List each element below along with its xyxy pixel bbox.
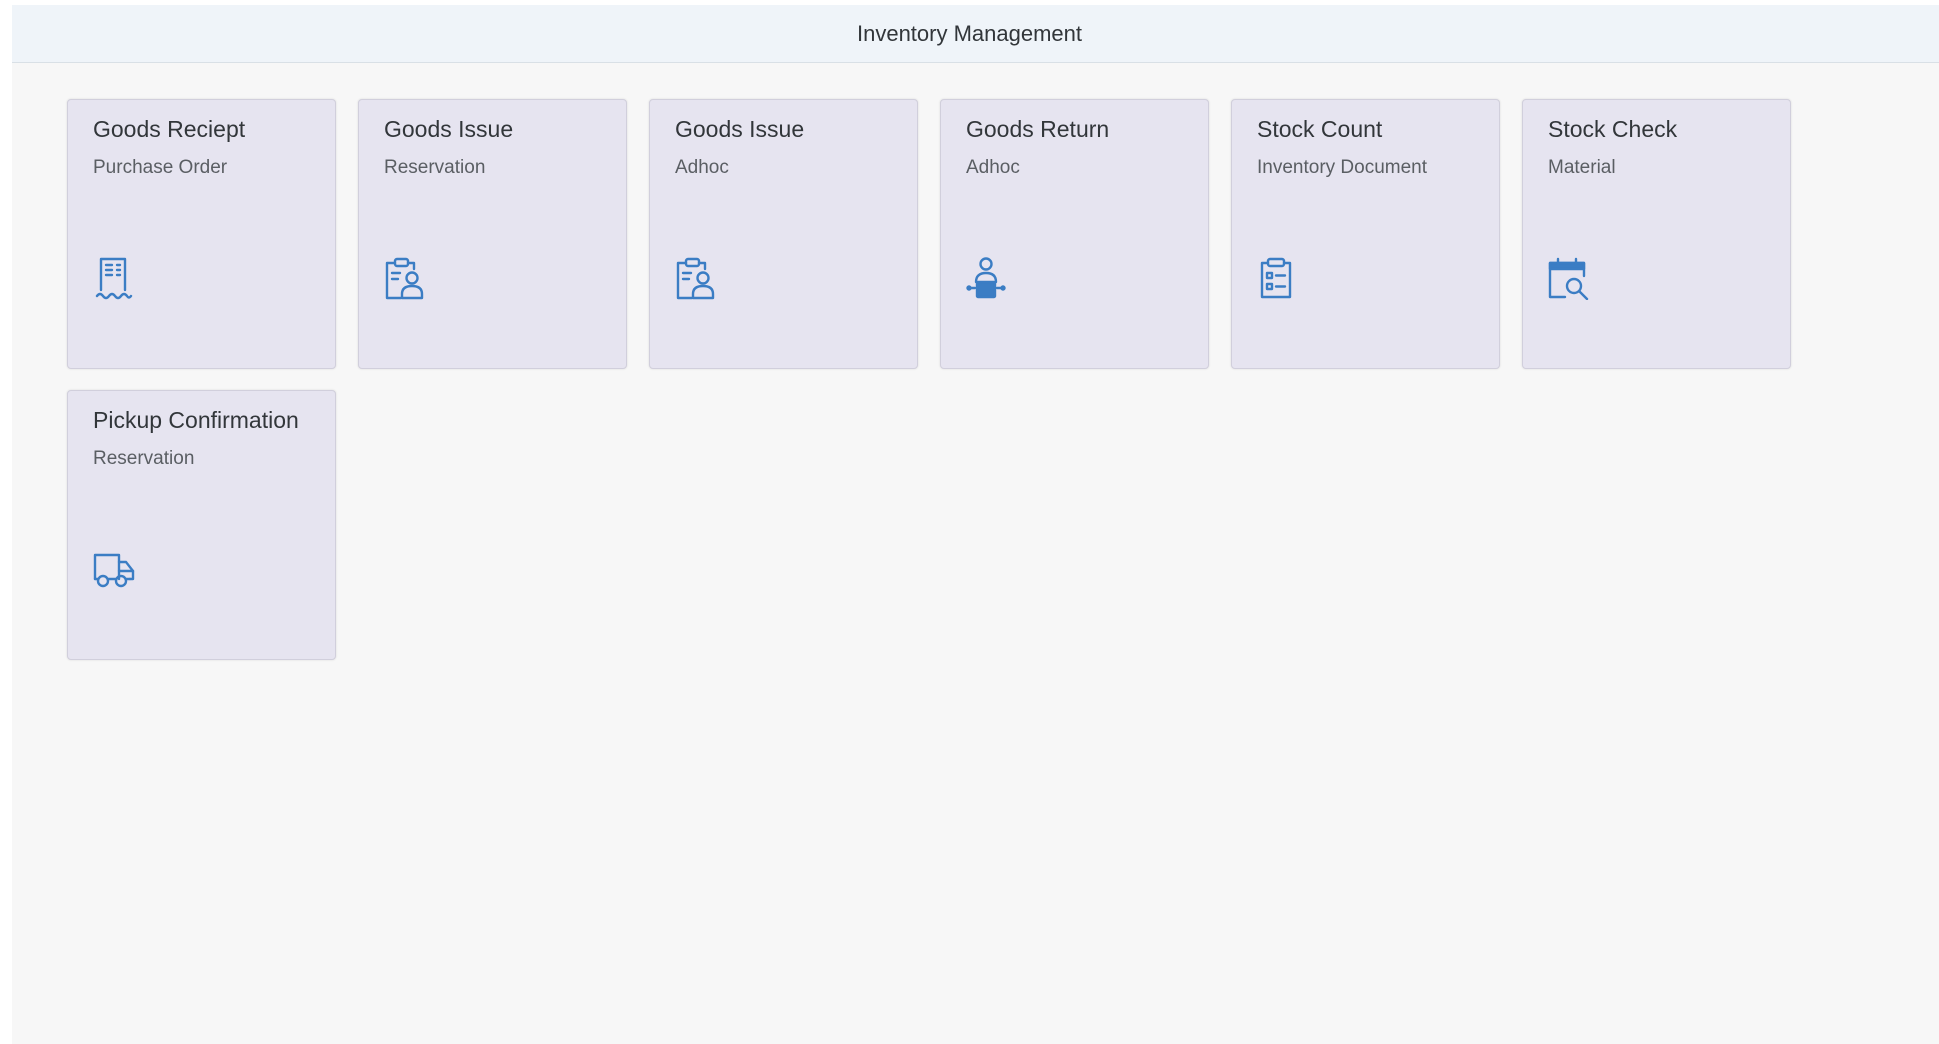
tile-goods-receipt-purchase-order[interactable]: Goods Reciept Purchase Order (67, 99, 336, 369)
tile-subtitle: Purchase Order (93, 157, 228, 178)
tile-subtitle: Adhoc (966, 157, 1020, 178)
person-desk-icon (965, 256, 1009, 300)
tile-goods-issue-reservation[interactable]: Goods Issue Reservation (358, 99, 627, 369)
tile-subtitle: Reservation (93, 448, 195, 469)
tile-pickup-confirmation-reservation[interactable]: Pickup Confirmation Reservation (67, 390, 336, 660)
calendar-search-icon (1547, 256, 1591, 300)
tile-goods-issue-adhoc[interactable]: Goods Issue Adhoc (649, 99, 918, 369)
app-root: Inventory Management Goods Reciept Purch… (12, 5, 1939, 1044)
tile-subtitle: Material (1548, 157, 1616, 178)
tile-stock-count-inventory-document[interactable]: Stock Count Inventory Document (1231, 99, 1500, 369)
receipt-icon (92, 256, 136, 300)
tile-subtitle: Inventory Document (1257, 157, 1428, 178)
tile-stock-check-material[interactable]: Stock Check Material (1522, 99, 1791, 369)
shipping-truck-icon (92, 547, 136, 591)
tile-grid: Goods Reciept Purchase Order Goods Issue… (67, 99, 1817, 660)
clipboard-person-icon (674, 256, 718, 300)
tile-title: Goods Return (966, 116, 1110, 142)
tile-title: Goods Issue (384, 116, 514, 142)
tile-title: Pickup Confirmation (93, 407, 299, 433)
tile-title: Stock Count (1257, 116, 1383, 142)
tile-subtitle: Reservation (384, 157, 486, 178)
clipboard-person-icon (383, 256, 427, 300)
shell-header: Inventory Management (12, 5, 1939, 63)
tile-title: Goods Issue (675, 116, 805, 142)
tile-subtitle: Adhoc (675, 157, 729, 178)
tile-goods-return-adhoc[interactable]: Goods Return Adhoc (940, 99, 1209, 369)
tile-title: Goods Reciept (93, 116, 246, 142)
tile-title: Stock Check (1548, 116, 1678, 142)
page-title: Inventory Management (856, 20, 1083, 46)
checklist-icon (1256, 256, 1300, 300)
